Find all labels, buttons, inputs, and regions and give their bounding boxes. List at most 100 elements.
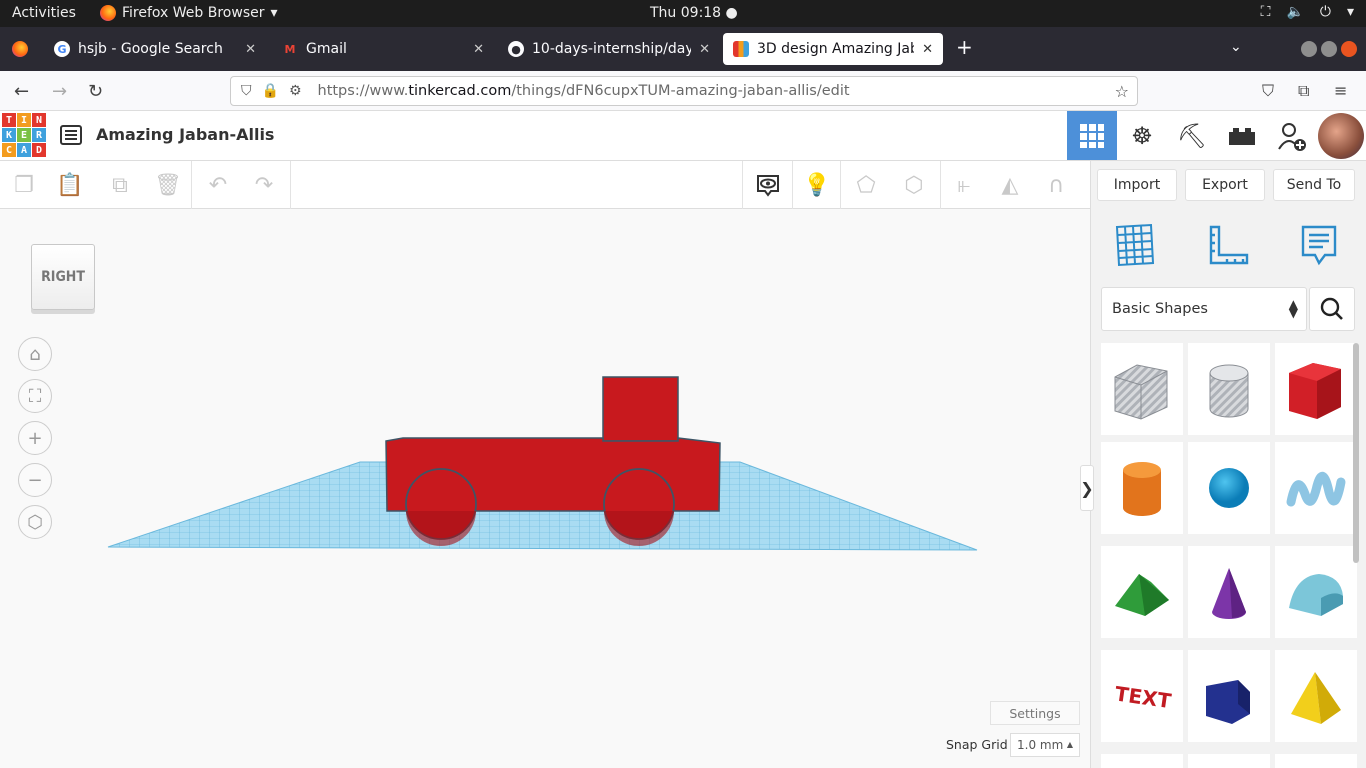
activities-button[interactable]: Activities [12, 5, 76, 21]
minus-icon: − [27, 469, 43, 491]
cruise-magnet-icon[interactable]: ∩ [1042, 171, 1070, 199]
tab-google-search[interactable]: G hsjb - Google Search ✕ [44, 33, 266, 65]
snap-grid-select[interactable]: 1.0 mm ▲ [1010, 733, 1080, 757]
paste-icon[interactable]: 📋 [56, 171, 84, 199]
tab-github[interactable]: ● 10-days-internship/day.m ✕ [498, 33, 720, 65]
3d-design-view-button[interactable] [1067, 111, 1117, 160]
github-icon: ● [508, 41, 524, 57]
bookmark-star-icon[interactable]: ☆ [1115, 82, 1129, 101]
list-all-tabs-button[interactable]: ⌄ [1230, 39, 1242, 55]
align-icon[interactable]: ⫦ [950, 171, 978, 199]
extensions-icon[interactable]: ⧉ [1298, 81, 1309, 101]
tinkercad-header: T I N K E R C A D Amazing Jaban-Allis ☸ … [0, 111, 1366, 161]
shape-sphere[interactable] [1188, 442, 1270, 534]
google-icon: G [54, 41, 70, 57]
panel-scrollbar[interactable] [1353, 343, 1359, 563]
divider [792, 161, 793, 209]
clock[interactable]: Thu 09:18 ● [650, 5, 738, 21]
system-tray[interactable]: ⛶ 🔈 ⏻ ▾ [1261, 4, 1354, 20]
tab-label: 10-days-internship/day.m [532, 41, 692, 57]
sphere-icon [1209, 468, 1249, 508]
design-title[interactable]: Amazing Jaban-Allis [96, 125, 274, 144]
redo-icon[interactable]: ↷ [250, 171, 278, 199]
send-to-button[interactable]: Send To [1273, 169, 1355, 201]
undo-icon[interactable]: ↶ [204, 171, 232, 199]
scribble-icon [1286, 472, 1346, 507]
design-list-icon[interactable] [60, 125, 82, 145]
url-text[interactable]: https://www.tinkercad.com/things/dFN6cup… [318, 83, 850, 99]
pocket-icon[interactable]: ⛉ [1262, 81, 1274, 101]
show-all-button[interactable] [754, 171, 782, 199]
shape-cylinder[interactable] [1101, 442, 1183, 534]
invite-user-button[interactable] [1267, 111, 1317, 160]
back-button[interactable]: ← [14, 81, 29, 102]
menu-icon[interactable]: ≡ [1334, 81, 1347, 100]
shape-category-select[interactable]: Basic Shapes ▲ ▼ [1101, 287, 1307, 331]
chevron-right-icon: ❯ [1080, 478, 1094, 498]
tinkercad-logo[interactable]: T I N K E R C A D [2, 113, 46, 158]
shape-cylinder-hole[interactable] [1188, 343, 1270, 435]
tab-tinkercad[interactable]: 3D design Amazing Jaban ✕ [723, 33, 943, 65]
edit-toolbar: ❐ 📋 ⧉ 🗑 ↶ ↷ 💡 ⬠ ⬡ ⫦ ◭ ∩ [0, 161, 1090, 209]
shape-cone[interactable] [1188, 546, 1270, 638]
reload-button[interactable]: ↻ [88, 81, 103, 102]
fit-view-button[interactable]: ⛶ [18, 379, 52, 413]
hole-shape-icon[interactable]: ⬡ [900, 171, 928, 199]
duplicate-icon[interactable]: ⧉ [106, 171, 134, 199]
forward-button[interactable]: → [52, 81, 67, 102]
url-bar[interactable]: ⛉ 🔒 ⚙ https://www.tinkercad.com/things/d… [230, 76, 1138, 106]
close-icon[interactable]: ✕ [922, 42, 933, 57]
maximize-button[interactable] [1321, 41, 1337, 57]
shape-box-hole[interactable] [1101, 343, 1183, 435]
app-menu[interactable]: Firefox Web Browser ▾ [100, 5, 278, 21]
copy-icon[interactable]: ❐ [10, 171, 38, 199]
shape-round-roof[interactable] [1275, 546, 1357, 638]
firefox-view-icon[interactable] [12, 41, 28, 57]
shape-cell-partial[interactable] [1188, 754, 1270, 768]
zoom-in-button[interactable]: + [18, 421, 52, 455]
workplane-canvas[interactable] [0, 209, 1090, 768]
fit-icon: ⛶ [28, 385, 42, 407]
shape-scribble[interactable] [1275, 442, 1357, 534]
export-button[interactable]: Export [1185, 169, 1265, 201]
close-icon[interactable]: ✕ [245, 42, 256, 57]
shape-cell-partial[interactable] [1101, 754, 1183, 768]
collapse-panel-button[interactable]: ❯ [1080, 465, 1094, 511]
shape-cell-partial[interactable] [1275, 754, 1357, 768]
workplane-viewport[interactable]: RIGHT ⌂ ⛶ + − ⬡ ❯ Settings Snap Grid 1.0… [0, 209, 1094, 768]
ruler-icon[interactable] [1207, 223, 1251, 267]
blocks-button[interactable]: ⛏ [1167, 111, 1217, 160]
zoom-out-button[interactable]: − [18, 463, 52, 497]
lightbulb-icon[interactable]: 💡 [803, 171, 831, 199]
shape-prism[interactable] [1188, 650, 1270, 742]
solid-shape-icon[interactable]: ⬠ [852, 171, 880, 199]
close-icon[interactable]: ✕ [699, 42, 710, 57]
shield-icon[interactable]: ⛉ [241, 83, 252, 99]
shape-text[interactable]: TEXT [1101, 650, 1183, 742]
projection-button[interactable]: ⬡ [18, 505, 52, 539]
trash-icon[interactable]: 🗑 [154, 171, 182, 199]
close-icon[interactable]: ✕ [473, 42, 484, 57]
minimize-button[interactable] [1301, 41, 1317, 57]
home-view-button[interactable]: ⌂ [18, 337, 52, 371]
circuits-button[interactable]: ☸ [1117, 111, 1167, 160]
mirror-icon[interactable]: ◭ [996, 171, 1024, 199]
settings-button[interactable]: Settings [990, 701, 1080, 725]
new-tab-button[interactable]: + [956, 35, 973, 59]
notes-icon[interactable] [1297, 223, 1341, 267]
tab-gmail[interactable]: M Gmail ✕ [272, 33, 494, 65]
import-button[interactable]: Import [1097, 169, 1177, 201]
lock-icon[interactable]: 🔒 [262, 83, 279, 99]
permissions-icon[interactable]: ⚙ [289, 83, 302, 99]
view-cube[interactable]: RIGHT [31, 244, 95, 310]
avatar[interactable] [1318, 113, 1364, 159]
system-top-bar: Activities Firefox Web Browser ▾ Thu 09:… [0, 0, 1366, 27]
bricks-button[interactable] [1217, 111, 1267, 160]
workplane-icon[interactable] [1113, 223, 1157, 267]
shape-pyramid[interactable] [1275, 650, 1357, 742]
close-window-button[interactable] [1341, 41, 1357, 57]
shape-box[interactable] [1275, 343, 1357, 435]
shape-roof[interactable] [1101, 546, 1183, 638]
shape-search-button[interactable] [1309, 287, 1355, 331]
truck-cab[interactable] [602, 376, 679, 442]
